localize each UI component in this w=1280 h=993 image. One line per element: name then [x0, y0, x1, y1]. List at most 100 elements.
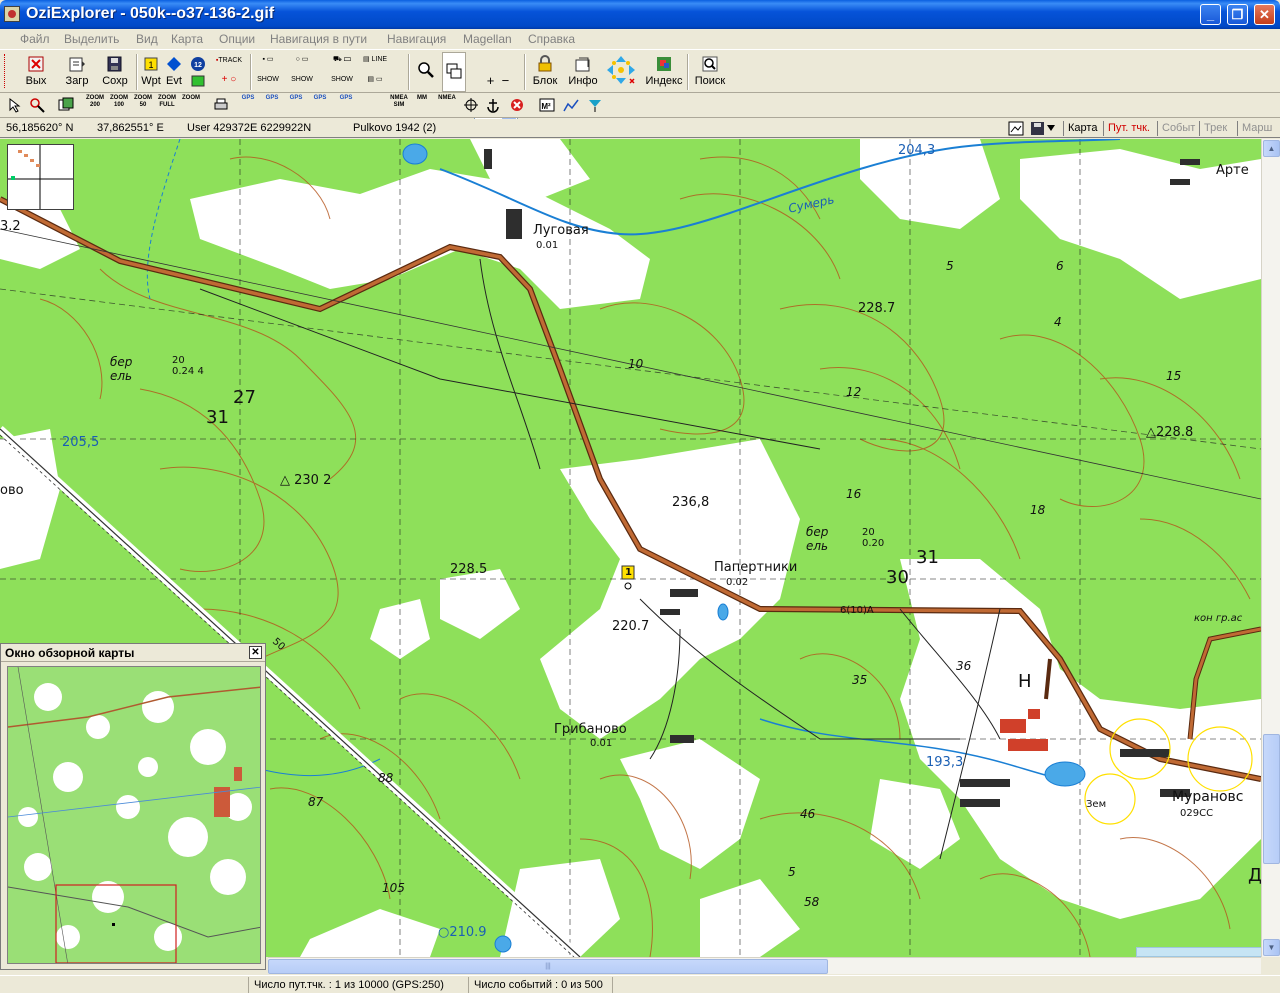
horizontal-scrollbar[interactable]: |||: [268, 957, 1261, 974]
anchor-button[interactable]: [484, 95, 502, 115]
moving-map-button[interactable]: MM: [412, 95, 432, 115]
track-add-button[interactable]: + ○: [214, 75, 244, 85]
profile-button[interactable]: [562, 95, 580, 115]
vertical-scrollbar[interactable]: ▲ ▼: [1261, 139, 1280, 957]
menu-moving-map[interactable]: Навигация в пути: [270, 32, 367, 46]
tab-waypoints[interactable]: Пут. тчк.: [1103, 121, 1154, 136]
grid-readout: User 429372E 6229922N: [187, 122, 312, 134]
route-line-button[interactable]: ⛟ ▭: [328, 56, 356, 64]
stop-button[interactable]: [508, 95, 526, 115]
overview-map[interactable]: [7, 666, 261, 964]
tool-copy-button[interactable]: [56, 95, 76, 115]
overview-close-button[interactable]: ✕: [249, 646, 262, 659]
menu-magellan[interactable]: Magellan: [463, 32, 512, 46]
tab-map[interactable]: Карта: [1063, 121, 1101, 136]
close-button[interactable]: ✕: [1254, 4, 1275, 25]
waypoint-button[interactable]: 1 Wpt: [140, 52, 162, 92]
print-button[interactable]: [212, 95, 230, 115]
overview-header[interactable]: Окно обзорной карты ✕: [1, 644, 265, 662]
tool-pointer-button[interactable]: [6, 95, 24, 115]
scroll-down-button[interactable]: ▼: [1263, 939, 1280, 956]
nmea-sim-button[interactable]: NMEA SIM: [388, 95, 410, 115]
zoom-plus-minus[interactable]: + −: [478, 74, 518, 87]
vertical-scroll-thumb[interactable]: [1263, 734, 1280, 864]
zoom-50-button[interactable]: ZOOM 50: [132, 95, 154, 115]
maximize-button[interactable]: ❐: [1227, 4, 1248, 25]
pan-arrows-button[interactable]: [604, 52, 638, 92]
event-button[interactable]: Evt: [163, 52, 185, 92]
gps-route-button[interactable]: GPS: [286, 95, 306, 115]
wp-line-button[interactable]: ▤ LINE: [362, 56, 388, 64]
tab-events[interactable]: Событ: [1157, 121, 1199, 136]
label-h: Н: [1018, 671, 1032, 692]
scroll-up-button[interactable]: ▲: [1263, 140, 1280, 157]
magnifier-icon: [418, 62, 434, 78]
notification-area: [1136, 947, 1261, 957]
menu-map[interactable]: Карта: [171, 32, 203, 46]
status-divider: [248, 977, 249, 993]
save-dropdown-button[interactable]: [1030, 121, 1058, 136]
status-divider: [468, 977, 469, 993]
gps-track-button[interactable]: GPS: [310, 95, 330, 115]
toolbar-separator: [524, 54, 526, 90]
center-target-button[interactable]: [462, 95, 480, 115]
menu-select[interactable]: Выделить: [64, 32, 119, 46]
menu-navigation[interactable]: Навигация: [387, 32, 446, 46]
block-button[interactable]: Блок: [528, 52, 562, 92]
zoom-full-button[interactable]: ZOOM FULL: [156, 95, 178, 115]
tool-measure-button[interactable]: [28, 95, 46, 115]
signal-button[interactable]: [586, 95, 604, 115]
title-bar[interactable]: OziExplorer - 050k--o37-136-2.gif _ ❐ ✕: [0, 0, 1280, 29]
gps-events-button[interactable]: GPS: [336, 95, 356, 115]
zoom-area-button[interactable]: ZOOM: [180, 95, 202, 115]
tab-track[interactable]: Трек: [1199, 121, 1231, 136]
track-line-button[interactable]: ▪ ▭: [254, 56, 282, 64]
search-button[interactable]: Поиск: [692, 52, 728, 92]
waypoint-1-label[interactable]: 1: [625, 567, 632, 578]
label-muranovo-val: 029СС: [1180, 808, 1214, 819]
label-d: Д: [1248, 865, 1261, 886]
event-line-button[interactable]: ○ ▭: [288, 56, 316, 64]
label-papertniki: Папертники: [714, 560, 798, 575]
menu-options[interactable]: Опции: [219, 32, 255, 46]
exit-button[interactable]: Вых: [20, 52, 52, 92]
gps-upload-button[interactable]: GPS: [238, 95, 258, 115]
overview-title: Окно обзорной карты: [5, 646, 135, 660]
label-grid-31b: 31: [916, 547, 939, 568]
tab-route[interactable]: Марш: [1237, 121, 1276, 136]
toolbar-separator: [250, 54, 252, 90]
load-button[interactable]: Загр: [60, 52, 94, 92]
nmea-button[interactable]: NMEA: [436, 95, 458, 115]
track-show-button[interactable]: SHOW: [254, 76, 282, 84]
track-button[interactable]: ▪TRACK: [214, 57, 244, 65]
exit-icon: [28, 56, 44, 72]
menu-file[interactable]: Файл: [20, 32, 50, 46]
area-button[interactable]: M²: [538, 95, 556, 115]
map-image-button[interactable]: [1008, 121, 1024, 136]
route-show-button[interactable]: SHOW: [328, 76, 356, 84]
label-muranovo: Мурановс: [1172, 789, 1244, 805]
gps-download-button[interactable]: GPS: [262, 95, 282, 115]
label-32: 3.2: [0, 219, 21, 234]
zoom-200-button[interactable]: ZOOM 200: [84, 95, 106, 115]
position-minimap[interactable]: [7, 144, 74, 210]
wp-list-button[interactable]: ▤ ▭: [362, 76, 388, 84]
minimize-button[interactable]: _: [1200, 4, 1221, 25]
index-button[interactable]: Индекс: [644, 52, 684, 92]
label-forest-2-frac: 20 0.20: [862, 527, 885, 549]
load-icon: [69, 57, 85, 72]
zoom-100-button[interactable]: ZOOM 100: [108, 95, 130, 115]
window-title: OziExplorer - 050k--o37-136-2.gif: [26, 5, 275, 22]
event-show-button[interactable]: SHOW: [288, 76, 316, 84]
magnify-button[interactable]: [414, 52, 438, 92]
menu-view[interactable]: Вид: [136, 32, 158, 46]
horizontal-scroll-thumb[interactable]: |||: [268, 959, 828, 974]
label-ovo: ово: [0, 483, 24, 498]
search-icon: [702, 56, 718, 72]
save-button[interactable]: Сохр: [98, 52, 132, 92]
menu-help[interactable]: Справка: [528, 32, 575, 46]
app-icon[interactable]: [4, 6, 20, 22]
info-button[interactable]: Инфо: [566, 52, 600, 92]
window-toggle-button[interactable]: [442, 52, 466, 92]
route-button[interactable]: 12: [187, 52, 209, 92]
